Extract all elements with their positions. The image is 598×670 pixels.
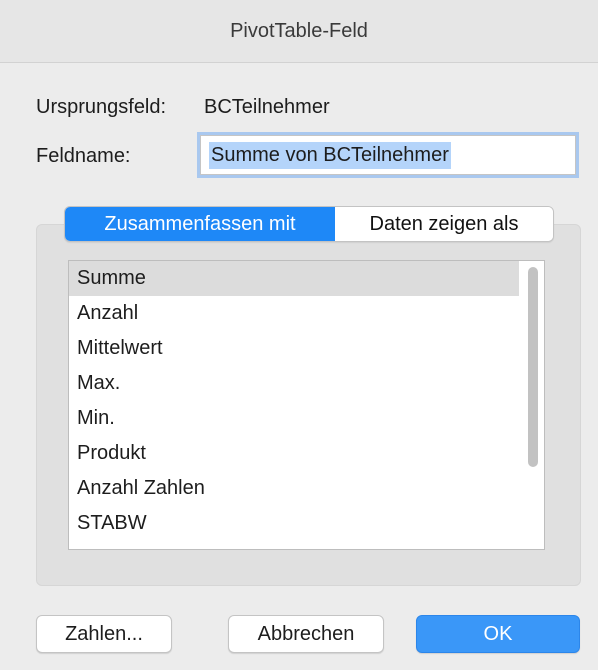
list-item[interactable]: Anzahl	[69, 296, 519, 331]
cancel-button[interactable]: Abbrechen	[228, 615, 384, 653]
window-titlebar[interactable]: PivotTable-Feld	[0, 0, 598, 63]
number-format-button[interactable]: Zahlen...	[36, 615, 172, 653]
summary-function-list[interactable]: Summe Anzahl Mittelwert Max. Min. Produk…	[68, 260, 545, 550]
list-item[interactable]: Produkt	[69, 436, 519, 471]
list-item[interactable]: Max.	[69, 366, 519, 401]
window-title: PivotTable-Feld	[230, 19, 368, 42]
list-item[interactable]: Mittelwert	[69, 331, 519, 366]
list-item[interactable]: Min.	[69, 401, 519, 436]
field-name-label: Feldname:	[36, 145, 131, 167]
field-name-value: Summe von BCTeilnehmer	[209, 141, 451, 169]
list-item[interactable]: Summe	[69, 261, 519, 296]
source-field-label: Ursprungsfeld:	[36, 96, 167, 118]
list-item[interactable]: STABW	[69, 506, 519, 541]
tab-summarize-by[interactable]: Zusammenfassen mit	[65, 207, 335, 241]
field-name-input[interactable]: Summe von BCTeilnehmer	[200, 135, 576, 175]
tab-show-data-as[interactable]: Daten zeigen als	[335, 207, 553, 241]
summary-tab-bar: Zusammenfassen mit Daten zeigen als	[64, 206, 554, 242]
list-scrollbar[interactable]	[528, 267, 538, 467]
list-item[interactable]: Anzahl Zahlen	[69, 471, 519, 506]
ok-button[interactable]: OK	[416, 615, 580, 653]
source-field-value: BCTeilnehmer	[204, 96, 330, 118]
